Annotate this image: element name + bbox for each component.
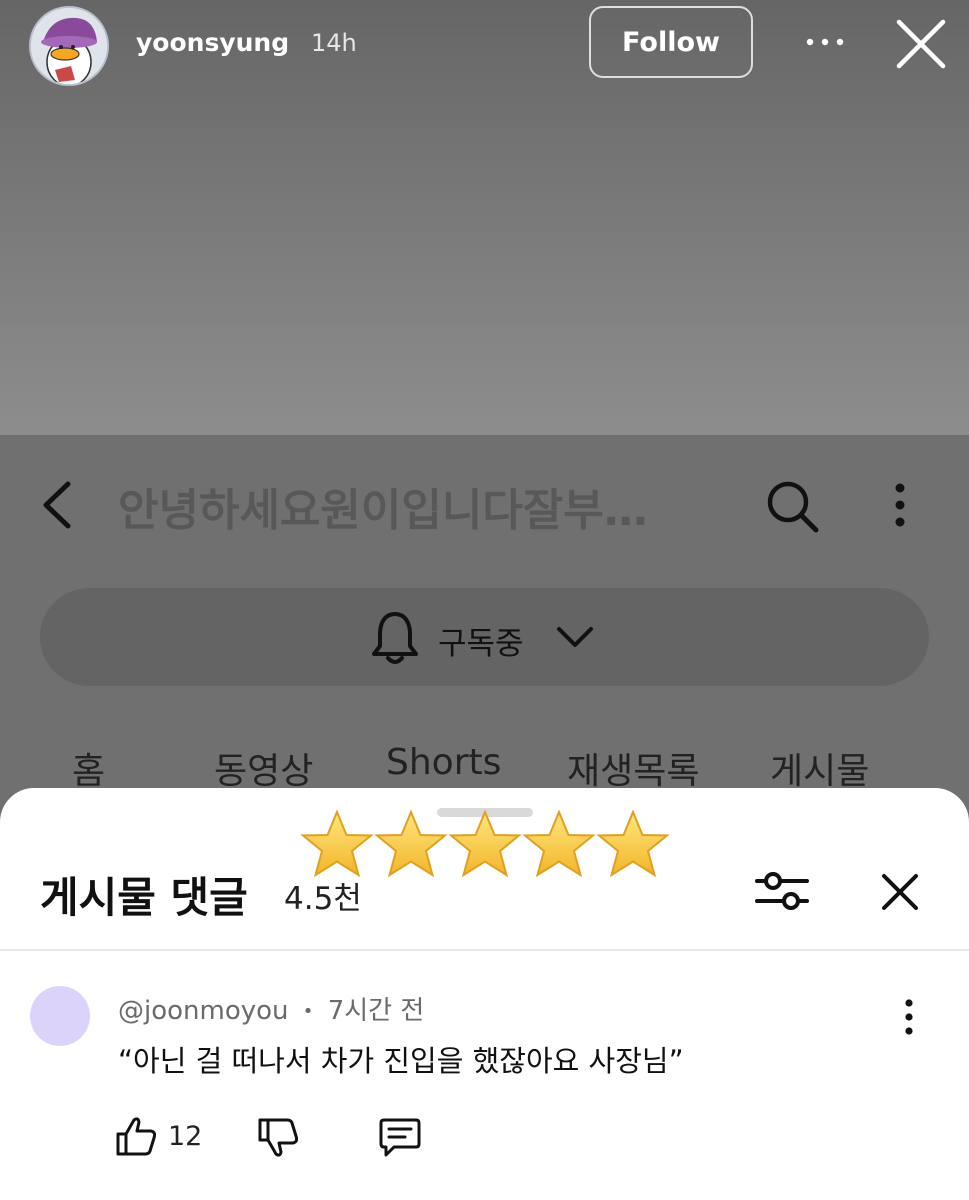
back-icon[interactable] [38,480,78,530]
divider [0,949,969,951]
comment-more-icon[interactable] [900,998,918,1036]
tab-posts[interactable]: 게시물 [770,742,869,794]
thumbs-up-icon[interactable] [114,1114,158,1158]
comments-count: 4.5천 [284,881,362,917]
comment-time: 7시간 전 [327,996,425,1026]
comment-handle[interactable]: @joonmoyou [118,996,289,1026]
story-username[interactable]: yoonsyung [136,28,289,57]
duck-avatar-icon [31,8,107,84]
reply-icon[interactable] [378,1116,422,1158]
tab-shorts[interactable]: Shorts [386,742,501,783]
tab-home[interactable]: 홈 [72,742,105,794]
more-options-icon[interactable] [805,34,845,50]
comment-text: “아닌 걸 떠나서 차가 진입을 했잖아요 사장님” [118,1044,684,1078]
tab-playlists[interactable]: 재생목록 [567,742,699,794]
follow-button[interactable]: Follow [589,6,753,78]
close-story-icon[interactable] [895,18,947,70]
close-icon[interactable] [878,870,922,914]
channel-more-icon[interactable] [890,482,910,528]
chevron-down-icon [557,627,593,647]
story-background [0,0,969,435]
commenter-avatar[interactable] [30,986,90,1046]
sort-filter-icon[interactable] [755,866,809,916]
like-count: 12 [168,1121,203,1152]
story-time: 14h [311,29,357,57]
search-icon[interactable] [764,478,820,534]
bell-icon [372,612,418,664]
comment-meta: @joonmoyou • 7시간 전 [118,990,424,1027]
channel-title: 안녕하세요원이입니다잘부… [118,485,648,536]
subscribed-label: 구독중 [438,626,524,662]
meta-separator: • [302,1001,314,1022]
tab-videos[interactable]: 동영상 [214,742,313,794]
comments-title: 게시물 댓글 [40,873,248,922]
thumbs-down-icon[interactable] [256,1116,300,1160]
profile-avatar[interactable] [29,6,109,86]
